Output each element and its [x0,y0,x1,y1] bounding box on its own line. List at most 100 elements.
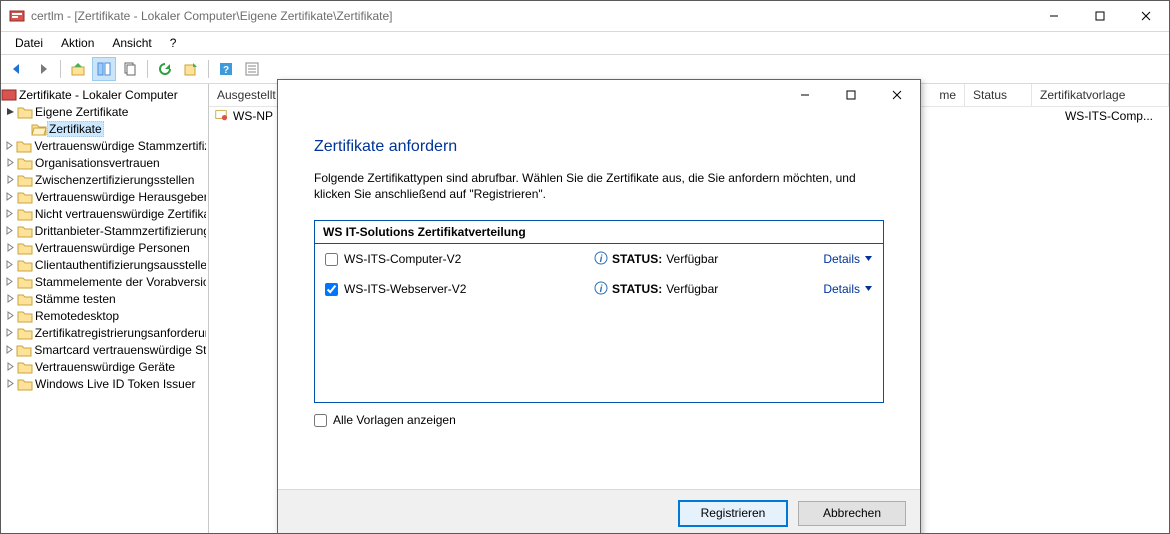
collapse-icon[interactable] [3,107,17,116]
chevron-down-icon [864,252,873,266]
tree-item[interactable]: Smartcard vertrauenswürdige Stammzertifi… [1,341,208,358]
tree-item[interactable]: Windows Live ID Token Issuer [1,375,208,392]
menubar: Datei Aktion Ansicht ? [1,32,1169,54]
tree-selected-label: Zertifikate [47,121,104,137]
expand-icon[interactable] [3,260,17,269]
window-title: certlm - [Zertifikate - Lokaler Computer… [31,9,1031,23]
show-all-checkbox[interactable]: Alle Vorlagen anzeigen [314,413,884,427]
tree-item[interactable]: Zertifikatregistrierungsanforderungen [1,324,208,341]
tree-item[interactable]: Vertrauenswürdige Personen [1,239,208,256]
tree-item-label: Zertifikatregistrierungsanforderungen [33,326,206,340]
copy-button[interactable] [118,57,142,81]
template-status: i STATUS: Verfügbar [594,281,823,298]
back-button[interactable] [5,57,29,81]
register-button[interactable]: Registrieren [678,500,788,527]
template-checkbox[interactable] [325,253,338,266]
tree-item[interactable]: Zwischenzertifizierungsstellen [1,171,208,188]
dialog-buttons: Registrieren Abbrechen [278,489,920,534]
maximize-button[interactable] [1077,1,1123,31]
menu-datei[interactable]: Datei [7,34,51,52]
expand-icon[interactable] [3,311,17,320]
col-status[interactable]: Status [965,84,1032,106]
svg-text:i: i [600,284,603,295]
tree-item-label: Vertrauenswürdige Personen [33,241,192,255]
chevron-down-icon [864,282,873,296]
tree-selected-node[interactable]: Zertifikate [1,120,208,137]
expand-icon[interactable] [3,277,17,286]
expand-icon[interactable] [3,209,17,218]
dialog-close-button[interactable] [874,80,920,110]
close-button[interactable] [1123,1,1169,31]
folder-icon [17,241,33,255]
info-icon: i [594,281,608,298]
menu-aktion[interactable]: Aktion [53,34,102,52]
folder-icon [17,309,33,323]
group-title: WS IT-Solutions Zertifikatverteilung [315,221,883,244]
tree-item[interactable]: Stammelemente der Vorabversion [1,273,208,290]
dialog-titlebar [278,80,920,110]
dialog-minimize-button[interactable] [782,80,828,110]
template-checkbox[interactable] [325,283,338,296]
template-row[interactable]: WS-ITS-Webserver-V2 i STATUS: Verfügbar … [315,274,883,304]
folder-icon [17,207,33,221]
expand-icon[interactable] [3,226,17,235]
expand-icon[interactable] [2,141,16,150]
expand-icon[interactable] [3,379,17,388]
expand-icon[interactable] [3,158,17,167]
tree-item[interactable]: Nicht vertrauenswürdige Zertifikate [1,205,208,222]
expand-icon[interactable] [3,243,17,252]
tree-item[interactable]: Clientauthentifizierungsaussteller [1,256,208,273]
tree-item[interactable]: Vertrauenswürdige Geräte [1,358,208,375]
status-value: Verfügbar [666,282,718,296]
folder-icon [17,292,33,306]
menu-help[interactable]: ? [162,34,185,52]
details-toggle[interactable]: Details [823,282,873,296]
tree-item[interactable]: Organisationsvertrauen [1,154,208,171]
folder-icon [17,156,33,170]
tree-root[interactable]: Zertifikate - Lokaler Computer [1,86,208,103]
expand-icon[interactable] [3,328,17,337]
cancel-button[interactable]: Abbrechen [798,501,906,526]
details-toggle[interactable]: Details [823,252,873,266]
dialog-heading: Zertifikate anfordern [314,138,884,156]
toolbar-sep [60,60,61,78]
template-row[interactable]: WS-ITS-Computer-V2 i STATUS: Verfügbar D… [315,244,883,274]
tree-own-certs[interactable]: Eigene Zertifikate [1,103,208,120]
dialog-text: Folgende Zertifikattypen sind abrufbar. … [314,170,884,202]
col-template[interactable]: Zertifikatvorlage [1032,84,1169,106]
properties-button[interactable] [240,57,264,81]
up-button[interactable] [66,57,90,81]
expand-icon[interactable] [2,345,16,354]
expand-icon[interactable] [3,294,17,303]
status-label: STATUS: [612,252,662,266]
expand-icon[interactable] [3,175,17,184]
expand-icon[interactable] [3,362,17,371]
tree-item-label: Vertrauenswürdige Geräte [33,360,177,374]
tree-item[interactable]: Stämme testen [1,290,208,307]
tree-item-label: Clientauthentifizierungsaussteller [33,258,206,272]
tree-item[interactable]: Remotedesktop [1,307,208,324]
template-status: i STATUS: Verfügbar [594,251,823,268]
svg-text:?: ? [223,65,229,76]
view-button[interactable] [92,57,116,81]
folder-open-icon [31,122,47,136]
export-button[interactable] [179,57,203,81]
expand-icon[interactable] [3,192,17,201]
folder-icon [17,173,33,187]
dialog-maximize-button[interactable] [828,80,874,110]
minimize-button[interactable] [1031,1,1077,31]
col-issued[interactable]: Ausgestellt [209,84,286,106]
forward-button[interactable] [31,57,55,81]
template-group: WS IT-Solutions Zertifikatverteilung WS-… [314,220,884,403]
show-all-label: Alle Vorlagen anzeigen [333,413,456,427]
template-name: WS-ITS-Computer-V2 [344,252,594,266]
group-body: WS-ITS-Computer-V2 i STATUS: Verfügbar D… [315,244,883,402]
show-all-input[interactable] [314,414,327,427]
help-button[interactable]: ? [214,57,238,81]
menu-ansicht[interactable]: Ansicht [104,34,159,52]
refresh-button[interactable] [153,57,177,81]
tree-item[interactable]: Vertrauenswürdige Herausgeber [1,188,208,205]
tree-item[interactable]: Drittanbieter-Stammzertifizierungsstelle… [1,222,208,239]
tree-pane[interactable]: Zertifikate - Lokaler Computer Eigene Ze… [1,84,209,533]
tree-item[interactable]: Vertrauenswürdige Stammzertifizierungsst… [1,137,208,154]
